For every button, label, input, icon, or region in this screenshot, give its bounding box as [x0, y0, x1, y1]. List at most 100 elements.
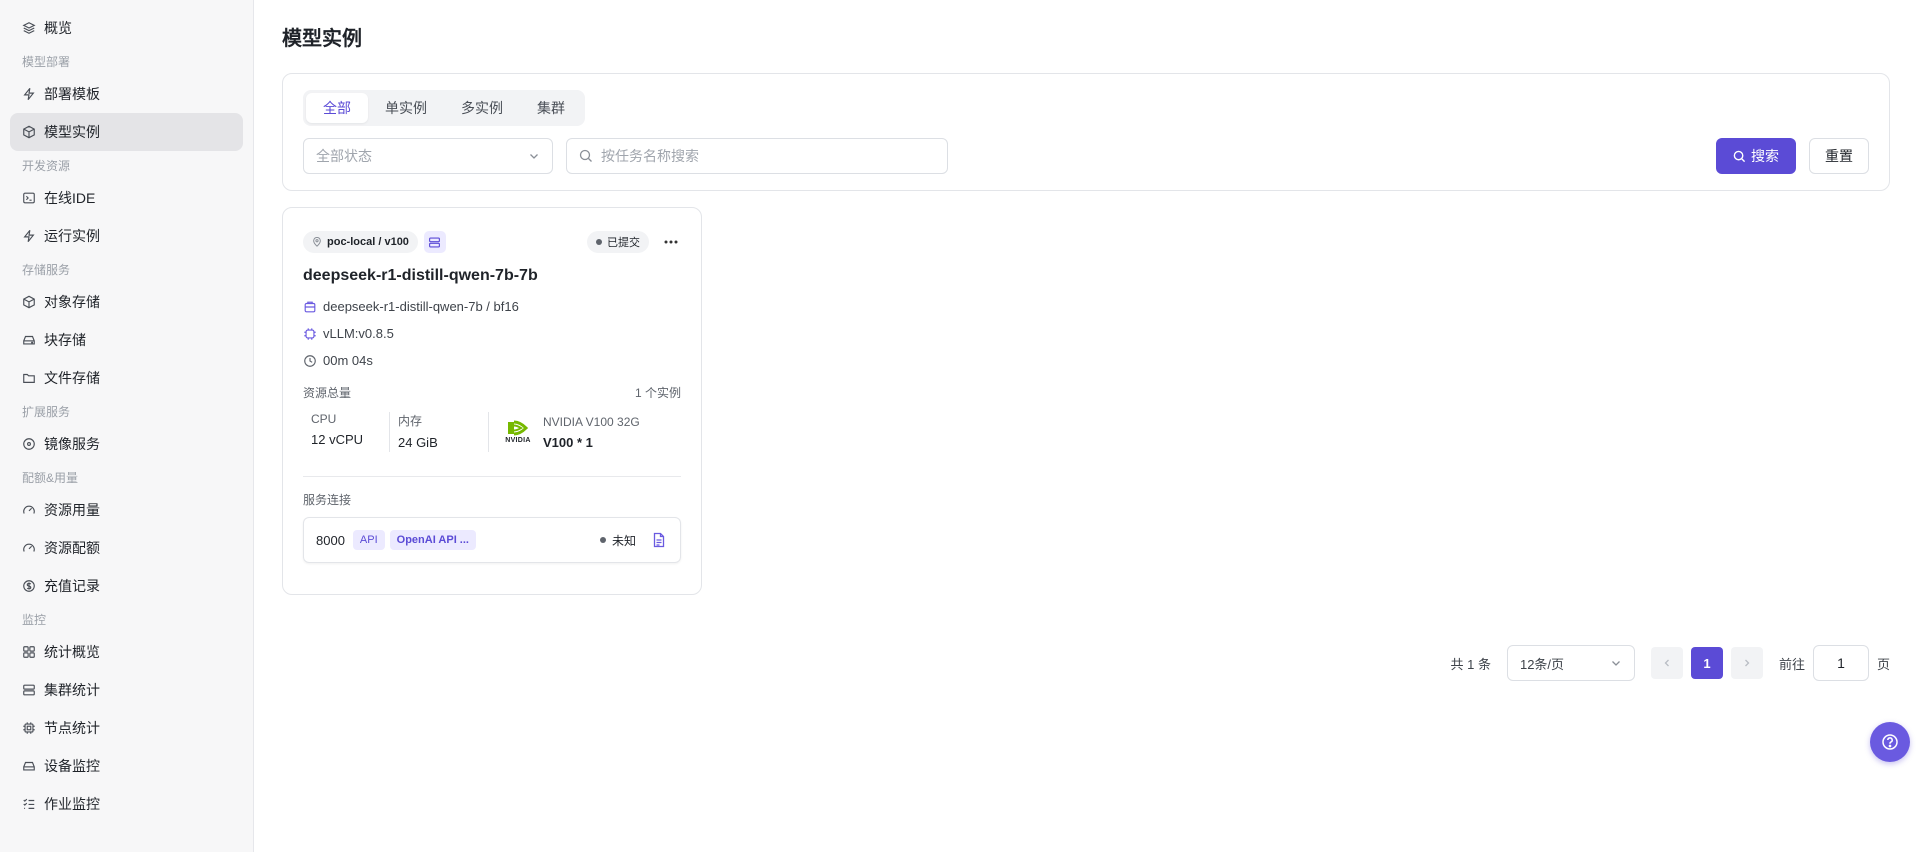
instance-type-tabs: 全部 单实例 多实例 集群: [303, 90, 585, 126]
sidebar-item-label: 充值记录: [44, 578, 100, 594]
instance-title[interactable]: deepseek-r1-distill-qwen-7b-7b: [303, 267, 538, 285]
service-status: 未知: [599, 532, 636, 549]
nav-group-ext: 扩展服务: [22, 404, 71, 419]
page-number-button[interactable]: 1: [1690, 647, 1723, 679]
goto-label: 前往: [1778, 656, 1805, 672]
sidebar-item-model-instance[interactable]: 模型实例: [10, 113, 243, 151]
sidebar-item-label: 统计概览: [44, 644, 100, 660]
runtime-row: vLLM:v0.8.5: [303, 326, 394, 341]
sidebar-item-label: 模型实例: [44, 124, 100, 140]
openai-api-chip[interactable]: OpenAI API ...: [389, 530, 476, 550]
resources-row: CPU 12 vCPU 内存 24 GiB NVIDIA NVIDIA V100…: [303, 412, 681, 452]
dashboard-grid-icon: [22, 645, 36, 659]
search-input[interactable]: [601, 148, 935, 164]
sidebar-item-file-storage[interactable]: 文件存储: [10, 359, 243, 397]
sidebar-item-overview[interactable]: 概览: [10, 9, 243, 47]
divider: [389, 412, 390, 452]
sidebar-item-run-instance[interactable]: 运行实例: [10, 217, 243, 255]
memory-label: 内存: [398, 414, 423, 428]
chip-icon: [22, 721, 36, 735]
instance-count: 1 个实例: [634, 386, 681, 400]
prev-page-button[interactable]: [1650, 647, 1683, 679]
location-tag: poc-local / v100: [303, 231, 418, 253]
cube-icon: [22, 125, 36, 139]
resources-label: 资源总量: [303, 386, 352, 400]
sidebar-item-label: 资源用量: [44, 502, 100, 518]
page-title: 模型实例: [282, 28, 362, 50]
sidebar-item-stats-overview[interactable]: 统计概览: [10, 633, 243, 671]
status-select[interactable]: 全部状态: [303, 138, 553, 174]
service-connection-row[interactable]: 8000 API OpenAI API ... 未知: [303, 517, 681, 563]
tab-all[interactable]: 全部: [306, 93, 368, 123]
sidebar-item-label: 镜像服务: [44, 436, 100, 452]
sidebar-item-job-monitor[interactable]: 作业监控: [10, 785, 243, 823]
reset-button[interactable]: 重置: [1809, 138, 1869, 174]
sidebar-item-label: 对象存储: [44, 294, 100, 310]
package-icon: [303, 300, 317, 314]
tab-cluster[interactable]: 集群: [520, 93, 582, 123]
sidebar-item-label: 文件存储: [44, 370, 100, 386]
instance-card[interactable]: poc-local / v100 已提交 deepseek-r1-distill…: [282, 207, 702, 595]
service-port: 8000: [316, 532, 345, 548]
disc-icon: [22, 437, 36, 451]
cpu-label: CPU: [311, 412, 337, 426]
nav-group-deploy: 模型部署: [22, 54, 71, 69]
page-size-select[interactable]: 12条/页: [1506, 645, 1635, 681]
nav-group-dev: 开发资源: [22, 158, 71, 173]
sidebar-item-label: 资源配额: [44, 540, 100, 556]
main-content: 模型实例 全部 单实例 多实例 集群 全部状态 搜索 重置: [254, 0, 1920, 852]
sidebar-item-cluster-stats[interactable]: 集群统计: [10, 671, 243, 709]
location-text: poc-local / v100: [327, 236, 409, 248]
sidebar-item-resource-quota[interactable]: 资源配额: [10, 529, 243, 567]
server-icon: [423, 231, 446, 253]
chevron-down-icon: [1610, 657, 1622, 669]
sidebar-item-label: 运行实例: [44, 228, 100, 244]
gpu-block: NVIDIA NVIDIA V100 32G V100 * 1: [495, 412, 640, 452]
hard-drive-icon: [22, 759, 36, 773]
search-button[interactable]: 搜索: [1716, 138, 1796, 174]
nav-group-storage: 存储服务: [22, 262, 71, 277]
memory-block: 内存 24 GiB: [396, 412, 482, 452]
more-options-icon[interactable]: [661, 232, 681, 252]
cpu-value: 12 vCPU: [311, 432, 364, 447]
chevron-down-icon: [528, 150, 540, 162]
page-size-value: 12条/页: [1519, 656, 1565, 672]
next-page-button[interactable]: [1730, 647, 1763, 679]
goto-page-input[interactable]: [1812, 645, 1869, 681]
document-icon[interactable]: [650, 531, 668, 549]
search-box: [566, 138, 948, 174]
folder-icon: [22, 371, 36, 385]
sidebar-item-node-stats[interactable]: 节点统计: [10, 709, 243, 747]
sidebar-item-resource-usage[interactable]: 资源用量: [10, 491, 243, 529]
sidebar-item-online-ide[interactable]: 在线IDE: [10, 179, 243, 217]
sidebar-item-image-service[interactable]: 镜像服务: [10, 425, 243, 463]
sidebar-item-recharge-records[interactable]: 充值记录: [10, 567, 243, 605]
nav-group-quota: 配额&用量: [22, 470, 79, 485]
sidebar-item-deploy-template[interactable]: 部署模板: [10, 75, 243, 113]
sidebar-item-block-storage[interactable]: 块存储: [10, 321, 243, 359]
tab-multi-instance[interactable]: 多实例: [444, 93, 520, 123]
hard-drive-icon: [22, 333, 36, 347]
gpu-label: NVIDIA V100 32G: [543, 414, 640, 429]
layers-icon: [22, 21, 36, 35]
box-icon: [22, 295, 36, 309]
lightning-icon: [22, 87, 36, 101]
api-chip: API: [352, 530, 385, 550]
help-button[interactable]: [1870, 722, 1910, 762]
sidebar-item-label: 部署模板: [44, 86, 100, 102]
tab-single-instance[interactable]: 单实例: [368, 93, 444, 123]
status-text: 已提交: [607, 237, 640, 249]
sidebar-item-device-monitor[interactable]: 设备监控: [10, 747, 243, 785]
server-icon: [22, 683, 36, 697]
sidebar-item-object-storage[interactable]: 对象存储: [10, 283, 243, 321]
gpu-value: V100 * 1: [543, 434, 593, 450]
divider: [303, 476, 681, 477]
dollar-circle-icon: [22, 579, 36, 593]
help-icon: [1881, 733, 1899, 751]
resources-header: 资源总量 1 个实例: [303, 384, 681, 401]
lightning-icon: [22, 229, 36, 243]
service-status-text: 未知: [611, 533, 636, 548]
cpu-chip-icon: [303, 327, 317, 341]
status-dot: [596, 239, 602, 245]
search-button-label: 搜索: [1751, 148, 1779, 164]
